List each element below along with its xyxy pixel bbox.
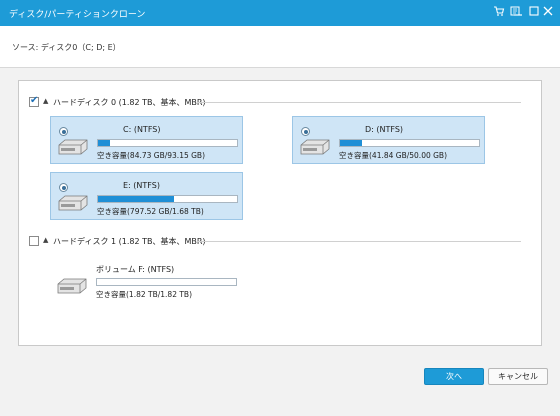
hard-drive-icon	[57, 278, 87, 294]
partition-f[interactable]: ボリューム F: (NTFS) 空き容量(1.82 TB/1.82 TB)	[50, 256, 243, 304]
window-title: ディスク/パーティションクローン	[9, 10, 146, 20]
partition-f-name: ボリューム F: (NTFS)	[96, 265, 175, 274]
disk-header-1: ▲ ハードディスク 1 (1.82 TB、基本、MBR)	[29, 236, 529, 248]
collapse-triangle-icon[interactable]: ▲	[43, 97, 48, 105]
partition-e-usage-bar	[97, 195, 238, 203]
next-button[interactable]: 次へ	[424, 368, 484, 385]
partition-c-name: C: (NTFS)	[123, 125, 161, 134]
checkmark-icon: ✔	[30, 95, 39, 106]
partition-c-radio[interactable]	[59, 127, 68, 136]
partition-d-free: 空き容量(41.84 GB/50.00 GB)	[339, 151, 448, 160]
partition-f-free: 空き容量(1.82 TB/1.82 TB)	[96, 290, 192, 299]
disk-0-label: ハードディスク 0 (1.82 TB、基本、MBR)	[53, 98, 206, 107]
partition-e-name: E: (NTFS)	[123, 181, 160, 190]
partition-e-radio[interactable]	[59, 183, 68, 192]
cancel-button[interactable]: キャンセル	[488, 368, 548, 385]
minimize-icon[interactable]	[513, 6, 523, 20]
divider	[197, 241, 521, 242]
partition-c[interactable]: C: (NTFS) 空き容量(84.73 GB/93.15 GB)	[50, 116, 243, 164]
source-bar: ソース: ディスク0（C; D; E）	[0, 26, 560, 68]
hard-drive-icon	[58, 195, 88, 211]
disk-header-0: ✔ ▲ ハードディスク 0 (1.82 TB、基本、MBR)	[29, 95, 529, 109]
disk-0-checkbox[interactable]: ✔	[29, 95, 39, 107]
cart-icon[interactable]	[492, 5, 506, 19]
maximize-icon[interactable]	[527, 5, 541, 19]
partition-d-name: D: (NTFS)	[365, 125, 404, 134]
divider	[197, 102, 521, 103]
partition-f-usage-bar	[96, 278, 237, 286]
content-area: ✔ ▲ ハードディスク 0 (1.82 TB、基本、MBR) C: (NTFS)…	[0, 68, 560, 364]
footer-bar: 次へ キャンセル	[0, 364, 560, 416]
partition-d-usage-bar	[339, 139, 480, 147]
close-icon[interactable]	[541, 5, 555, 19]
partition-d-radio[interactable]	[301, 127, 310, 136]
title-bar: ディスク/パーティションクローン	[0, 0, 560, 26]
hard-drive-icon	[58, 139, 88, 155]
hard-drive-icon	[300, 139, 330, 155]
partition-d[interactable]: D: (NTFS) 空き容量(41.84 GB/50.00 GB)	[292, 116, 485, 164]
disk-1-label: ハードディスク 1 (1.82 TB、基本、MBR)	[53, 237, 206, 246]
disk-list-panel: ✔ ▲ ハードディスク 0 (1.82 TB、基本、MBR) C: (NTFS)…	[18, 80, 542, 346]
collapse-triangle-icon[interactable]: ▲	[43, 236, 48, 244]
partition-e[interactable]: E: (NTFS) 空き容量(797.52 GB/1.68 TB)	[50, 172, 243, 220]
disk-1-checkbox[interactable]	[29, 236, 39, 246]
source-label: ソース: ディスク0（C; D; E）	[12, 43, 121, 52]
partition-c-free: 空き容量(84.73 GB/93.15 GB)	[97, 151, 206, 160]
partition-e-free: 空き容量(797.52 GB/1.68 TB)	[97, 207, 204, 216]
partition-c-usage-bar	[97, 139, 238, 147]
